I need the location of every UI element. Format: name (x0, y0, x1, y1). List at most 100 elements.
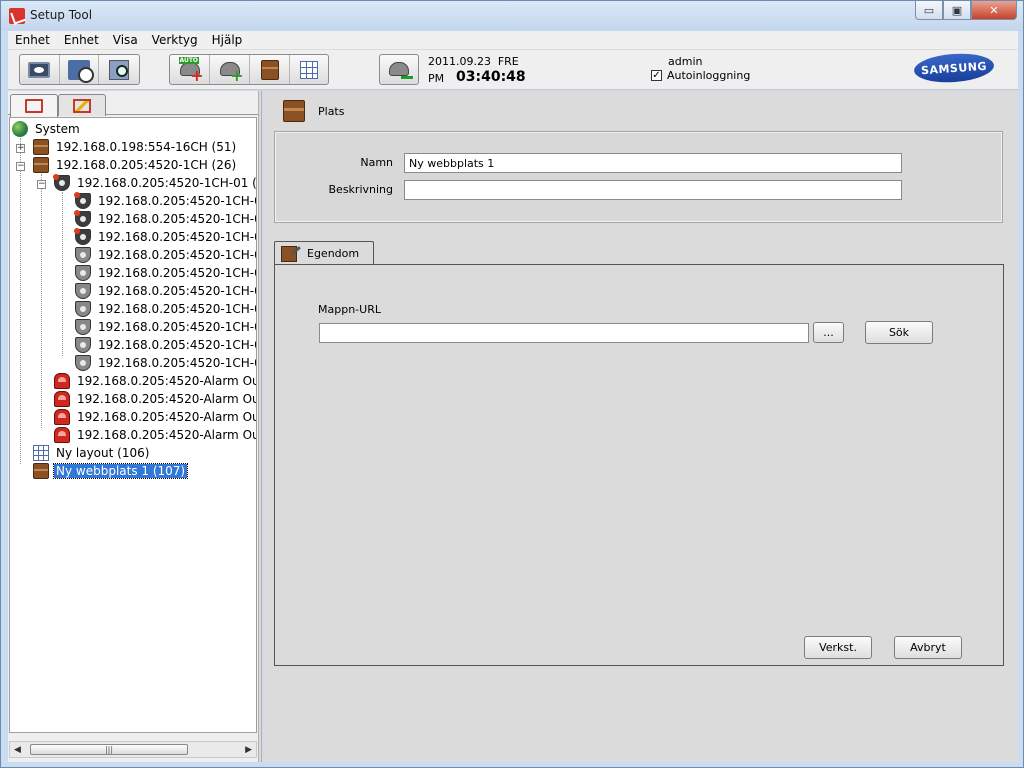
camera-icon (74, 192, 91, 209)
tree-node-camera[interactable]: 192.168.0.205:4520-1CH-01 (75, 264, 256, 282)
tree-node-site-selected[interactable]: Ny webbplats 1 (107) (33, 462, 189, 480)
egendom-tab-pane: Mappn-URL ... Sök Verkst. Avbryt (274, 264, 1004, 666)
tab-device-tree[interactable] (10, 94, 58, 117)
scroll-right-arrow-icon[interactable]: ▶ (245, 745, 252, 755)
setup-tool-window: Setup Tool ▭ ▣ ✕ Enhet Enhet Visa Verkty… (0, 0, 1024, 768)
tree-node-camera[interactable]: 192.168.0.205:4520-1CH-01 (75, 282, 256, 300)
camera-icon (75, 301, 91, 317)
panel-splitter[interactable] (258, 91, 262, 762)
tree-node-camera[interactable]: 192.168.0.205:4520-1CH-01 (75, 318, 256, 336)
delete-camera-button[interactable] (380, 55, 418, 84)
panel-title: Plats (318, 105, 345, 118)
title-bar: Setup Tool ▭ ▣ ✕ (1, 1, 1023, 31)
menu-hjalp[interactable]: Hjälp (205, 33, 250, 47)
alarm-icon (54, 427, 70, 443)
auto-add-camera-icon: + AUTO (178, 56, 204, 85)
tree-node-alarm-out[interactable]: 192.168.0.205:4520-Alarm Out 4 (54, 426, 256, 444)
menu-bar: Enhet Enhet Visa Verktyg Hjälp (8, 31, 1018, 50)
tab-layout-tree[interactable] (58, 94, 106, 116)
alarm-icon (54, 409, 70, 425)
description-field[interactable] (404, 180, 902, 200)
ampm-text: PM (428, 72, 445, 85)
layout-icon (33, 445, 49, 461)
weekday-text: FRE (497, 55, 519, 68)
checkbox-checked-icon[interactable]: ✓ (651, 70, 662, 81)
site-box-icon (33, 139, 49, 155)
app-tool-icon (9, 8, 25, 24)
samsung-logo: SAMSUNG (913, 51, 995, 85)
tree-node-camera[interactable]: 192.168.0.205:4520-1CH-01 (75, 336, 256, 354)
tree-node-alarm-out[interactable]: 192.168.0.205:4520-Alarm Out 3 (54, 408, 256, 426)
site-box-icon (33, 463, 49, 479)
tree-horizontal-scrollbar[interactable]: ◀ ||| ▶ (9, 741, 257, 758)
tree-node-site[interactable]: 192.168.0.205:4520-1CH (26) (33, 156, 238, 174)
datetime-display: 2011.09.23 FRE PM 03:40:48 (428, 54, 548, 85)
minimize-button[interactable]: ▭ (915, 1, 943, 20)
site-box-icon (33, 157, 49, 173)
site-info-group: Namn Beskrivning (274, 131, 1003, 223)
tree-node-layout[interactable]: Ny layout (106) (33, 444, 151, 462)
properties-wrench-icon (281, 245, 297, 262)
name-label: Namn (360, 156, 393, 169)
tree-node-camera[interactable]: 192.168.0.205:4520-1CH-01 (74, 228, 256, 246)
layout-grid-icon (300, 60, 318, 79)
collapse-toggle-icon[interactable]: − (37, 180, 46, 189)
cancel-button[interactable]: Avbryt (894, 636, 962, 659)
search-recording-button[interactable] (99, 55, 139, 84)
menu-visa[interactable]: Visa (106, 33, 145, 47)
properties-panel: Plats Namn Beskrivning Egendom Mappn-URL… (263, 91, 1018, 762)
expand-toggle-icon[interactable]: + (16, 144, 25, 153)
autologin-label: Autoinloggning (667, 69, 751, 82)
browse-button[interactable]: ... (813, 322, 844, 343)
alarm-icon (54, 373, 70, 389)
tree-node-camera[interactable]: 192.168.0.205:4520-1CH-01 (75, 300, 256, 318)
toolbar-group-devices: + AUTO + (169, 54, 329, 85)
add-camera-icon: + (218, 61, 244, 83)
add-site-button[interactable] (250, 55, 290, 84)
scrollbar-thumb[interactable]: ||| (30, 744, 188, 755)
monitor-icon (28, 61, 51, 78)
schedule-button[interactable] (60, 55, 100, 84)
maximize-button[interactable]: ▣ (943, 1, 971, 20)
device-tree-panel: System + 192.168.0.198:554-16CH (51) − 1… (8, 91, 258, 762)
menu-verktyg[interactable]: Verktyg (145, 33, 205, 47)
menu-enhet-1[interactable]: Enhet (8, 33, 57, 47)
close-button[interactable]: ✕ (971, 1, 1017, 20)
tree-node-alarm-out[interactable]: 192.168.0.205:4520-Alarm Out 2 (54, 390, 256, 408)
tree-node-camera[interactable]: 192.168.0.205:4520-1CH-01 (75, 354, 256, 372)
tree-node-alarm-out[interactable]: 192.168.0.205:4520-Alarm Out 1 (54, 372, 256, 390)
apply-button[interactable]: Verkst. (804, 636, 872, 659)
description-label: Beskrivning (328, 183, 394, 196)
window-controls: ▭ ▣ ✕ (915, 1, 1017, 21)
camera-icon (75, 319, 91, 335)
tree-node-camera[interactable]: 192.168.0.205:4520-1CH-01 (74, 192, 256, 210)
network-tree-icon (25, 99, 43, 113)
auto-add-camera-button[interactable]: + AUTO (170, 55, 210, 84)
add-layout-button[interactable] (290, 55, 328, 84)
tree-node-camera[interactable]: 192.168.0.205:4520-1CH-01 (75, 246, 256, 264)
map-url-label: Mappn-URL (318, 303, 381, 316)
tab-egendom[interactable]: Egendom (274, 241, 374, 265)
menu-enhet-2[interactable]: Enhet (57, 33, 106, 47)
collapse-toggle-icon[interactable]: − (16, 162, 25, 171)
tree-node-system[interactable]: System (12, 120, 82, 138)
tree-node-camera-group[interactable]: 192.168.0.205:4520-1CH-01 (28 (53, 174, 256, 192)
add-camera-button[interactable]: + (210, 55, 250, 84)
toolbar-group-remove (379, 54, 419, 85)
camera-icon (75, 265, 91, 281)
camera-icon (75, 337, 91, 353)
live-monitor-button[interactable] (20, 55, 60, 84)
panel-header: Plats (263, 91, 1018, 129)
search-button[interactable]: Sök (865, 321, 933, 344)
camera-icon (75, 355, 91, 371)
name-field[interactable] (404, 153, 902, 173)
site-box-icon (283, 100, 305, 122)
device-tree[interactable]: System + 192.168.0.198:554-16CH (51) − 1… (9, 117, 257, 733)
tree-node-camera[interactable]: 192.168.0.205:4520-1CH-01 (74, 210, 256, 228)
scroll-left-arrow-icon[interactable]: ◀ (14, 745, 21, 755)
tree-node-site[interactable]: 192.168.0.198:554-16CH (51) (33, 138, 238, 156)
delete-camera-icon (387, 61, 413, 79)
map-url-field[interactable] (319, 323, 809, 343)
autologin-checkbox[interactable]: ✓ Autoinloggning (651, 69, 750, 82)
schedule-icon (68, 59, 94, 83)
